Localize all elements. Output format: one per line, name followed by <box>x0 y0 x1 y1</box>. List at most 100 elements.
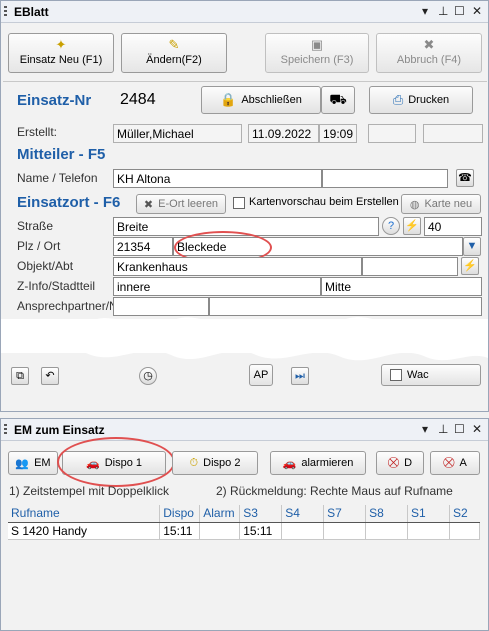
clear-x-icon: ✖ <box>143 198 154 211</box>
em-maximize-icon[interactable]: ☐ <box>454 422 465 436</box>
name-telefon-field[interactable]: KH Altona <box>113 169 322 188</box>
ort-dropdown-icon[interactable]: ▼ <box>463 237 481 256</box>
toolbar-divider <box>3 81 487 82</box>
help-icon[interactable]: ? <box>382 217 400 235</box>
dropdown-icon[interactable]: ▾ <box>422 4 428 18</box>
lock-icon: 🔒 <box>220 92 237 107</box>
clock-icon[interactable]: ◷ <box>139 367 157 385</box>
pin-icon[interactable]: ⊥ <box>438 4 448 18</box>
speichern-label: Speichern (F3) <box>280 54 354 66</box>
ort-field[interactable]: Bleckede <box>173 237 463 256</box>
plz-ort-label: Plz / Ort <box>17 239 61 253</box>
filter-icon[interactable]: ⚡ <box>403 217 421 235</box>
phone-lookup-icon[interactable]: ☎ <box>456 169 474 187</box>
cell-s4[interactable] <box>281 522 325 540</box>
drucken-button[interactable]: ⎙ Drucken <box>369 86 473 114</box>
eblatt-panel: EBlatt ▾ ⊥ ☐ ✕ ✦ Einsatz Neu (F1) ✎ Ände… <box>0 0 489 412</box>
e-ort-leeren-label: E-Ort leeren <box>158 198 219 210</box>
alarmieren-button[interactable]: 🚗 alarmieren <box>270 451 366 475</box>
cancel-x-icon: ✖ <box>423 37 435 52</box>
erstellt-date-field: 11.09.2022 <box>248 124 319 143</box>
aendern-button[interactable]: ✎ Ändern(F2) <box>121 33 227 73</box>
maximize-icon[interactable]: ☐ <box>454 4 465 18</box>
col-s2[interactable]: S2 <box>449 505 480 523</box>
cell-alarm[interactable] <box>199 522 241 540</box>
telefon-field[interactable] <box>322 169 448 188</box>
stadtteil-field[interactable]: Mitte <box>321 277 482 296</box>
einsatz-neu-button[interactable]: ✦ Einsatz Neu (F1) <box>8 33 114 73</box>
col-rufname[interactable]: Rufname <box>8 505 161 523</box>
dispo2-button[interactable]: ⏱ Dispo 2 <box>172 451 258 475</box>
col-s4[interactable]: S4 <box>281 505 325 523</box>
col-alarm[interactable]: Alarm <box>199 505 241 523</box>
strasse-field[interactable]: Breite <box>113 217 379 236</box>
skip-icon[interactable]: ⏭ <box>291 367 309 385</box>
new-star-icon: ✦ <box>55 37 67 52</box>
cell-s3[interactable]: 15:11 <box>239 522 283 540</box>
car-crossed-red-icon: ⛒ <box>443 456 455 469</box>
dispo2-label: Dispo 2 <box>203 457 241 469</box>
save-disk-icon: ▣ <box>310 37 324 52</box>
cell-s2[interactable] <box>449 522 481 540</box>
undo-icon[interactable]: ↶ <box>41 367 59 385</box>
karte-neu-label: Karte neu <box>424 198 473 210</box>
erstellt-extra-field-2 <box>423 124 483 143</box>
vehicles-button[interactable]: ⛟ <box>321 86 355 114</box>
map-globe-icon: ◍ <box>409 198 420 211</box>
kartenvorschau-label: Kartenvorschau beim Erstellen <box>249 196 399 208</box>
abschliessen-label: Abschließen <box>241 94 302 106</box>
plz-field[interactable]: 21354 <box>113 237 173 256</box>
cell-s7[interactable] <box>323 522 367 540</box>
em-dropdown-icon[interactable]: ▾ <box>422 422 428 436</box>
cell-dispo[interactable]: 15:11 <box>159 522 201 540</box>
cell-s8[interactable] <box>365 522 409 540</box>
em-title: EM zum Einsatz <box>14 423 105 437</box>
col-s1[interactable]: S1 <box>407 505 450 523</box>
people-icon: 👥 <box>15 457 30 470</box>
col-s7[interactable]: S7 <box>323 505 367 523</box>
timer-icon: ⏱ <box>189 456 199 469</box>
a-label: A <box>459 457 467 469</box>
drag-grip-icon[interactable] <box>4 6 7 18</box>
edit-pencil-icon: ✎ <box>168 37 180 52</box>
car-icon: 🚗 <box>86 457 100 470</box>
cell-rufname[interactable]: S 1420 Handy <box>8 522 161 540</box>
col-s3[interactable]: S3 <box>239 505 283 523</box>
wac-checkbox[interactable] <box>390 369 402 381</box>
abt-field[interactable] <box>362 257 458 276</box>
dispo1-button[interactable]: 🚗 Dispo 1 <box>62 451 166 475</box>
einsatz-nr-label: Einsatz-Nr <box>17 92 92 109</box>
abbruch-button[interactable]: ✖ Abbruch (F4) <box>376 33 482 73</box>
table-row[interactable]: S 1420 Handy 15:11 15:11 <box>8 522 481 540</box>
erstellt-time-field: 19:09 <box>319 124 357 143</box>
karte-neu-button[interactable]: ◍ Karte neu <box>401 194 481 214</box>
objekt-label: Objekt/Abt <box>17 259 74 273</box>
em-close-icon[interactable]: ✕ <box>472 422 482 436</box>
d-button[interactable]: ⛒ D <box>376 451 424 475</box>
abschliessen-button[interactable]: 🔒 Abschließen <box>201 86 321 114</box>
objekt-filter-icon[interactable]: ⚡ <box>461 257 479 275</box>
ap-button[interactable]: AP <box>249 364 273 386</box>
objekt-field[interactable]: Krankenhaus <box>113 257 362 276</box>
erstellt-label: Erstellt: <box>17 125 58 139</box>
e-ort-leeren-button[interactable]: ✖ E-Ort leeren <box>136 194 226 214</box>
zinfo-field[interactable]: innere <box>113 277 321 296</box>
kartenvorschau-checkbox[interactable] <box>233 197 245 209</box>
em-table-header: Rufname Dispo Alarm S3 S4 S7 S8 S1 S2 <box>8 505 480 523</box>
wac-button[interactable]: Wac <box>381 364 481 386</box>
hint-zeitstempel: 1) Zeitstempel mit Doppelklick <box>9 484 170 498</box>
a-button[interactable]: ⛒ A <box>430 451 480 475</box>
hausnr-field[interactable]: 40 <box>424 217 482 236</box>
car-red-icon: 🚗 <box>282 457 297 470</box>
name-telefon-label: Name / Telefon <box>17 171 98 185</box>
copy-icon[interactable]: ⧉ <box>11 367 29 385</box>
em-button[interactable]: 👥 EM <box>8 451 58 475</box>
cell-s1[interactable] <box>407 522 450 540</box>
col-dispo[interactable]: Dispo <box>159 505 201 523</box>
close-icon[interactable]: ✕ <box>472 4 482 18</box>
em-pin-icon[interactable]: ⊥ <box>438 422 448 436</box>
col-s8[interactable]: S8 <box>365 505 409 523</box>
em-drag-grip-icon[interactable] <box>4 424 7 436</box>
em-button-label: EM <box>34 457 51 469</box>
speichern-button[interactable]: ▣ Speichern (F3) <box>265 33 369 73</box>
